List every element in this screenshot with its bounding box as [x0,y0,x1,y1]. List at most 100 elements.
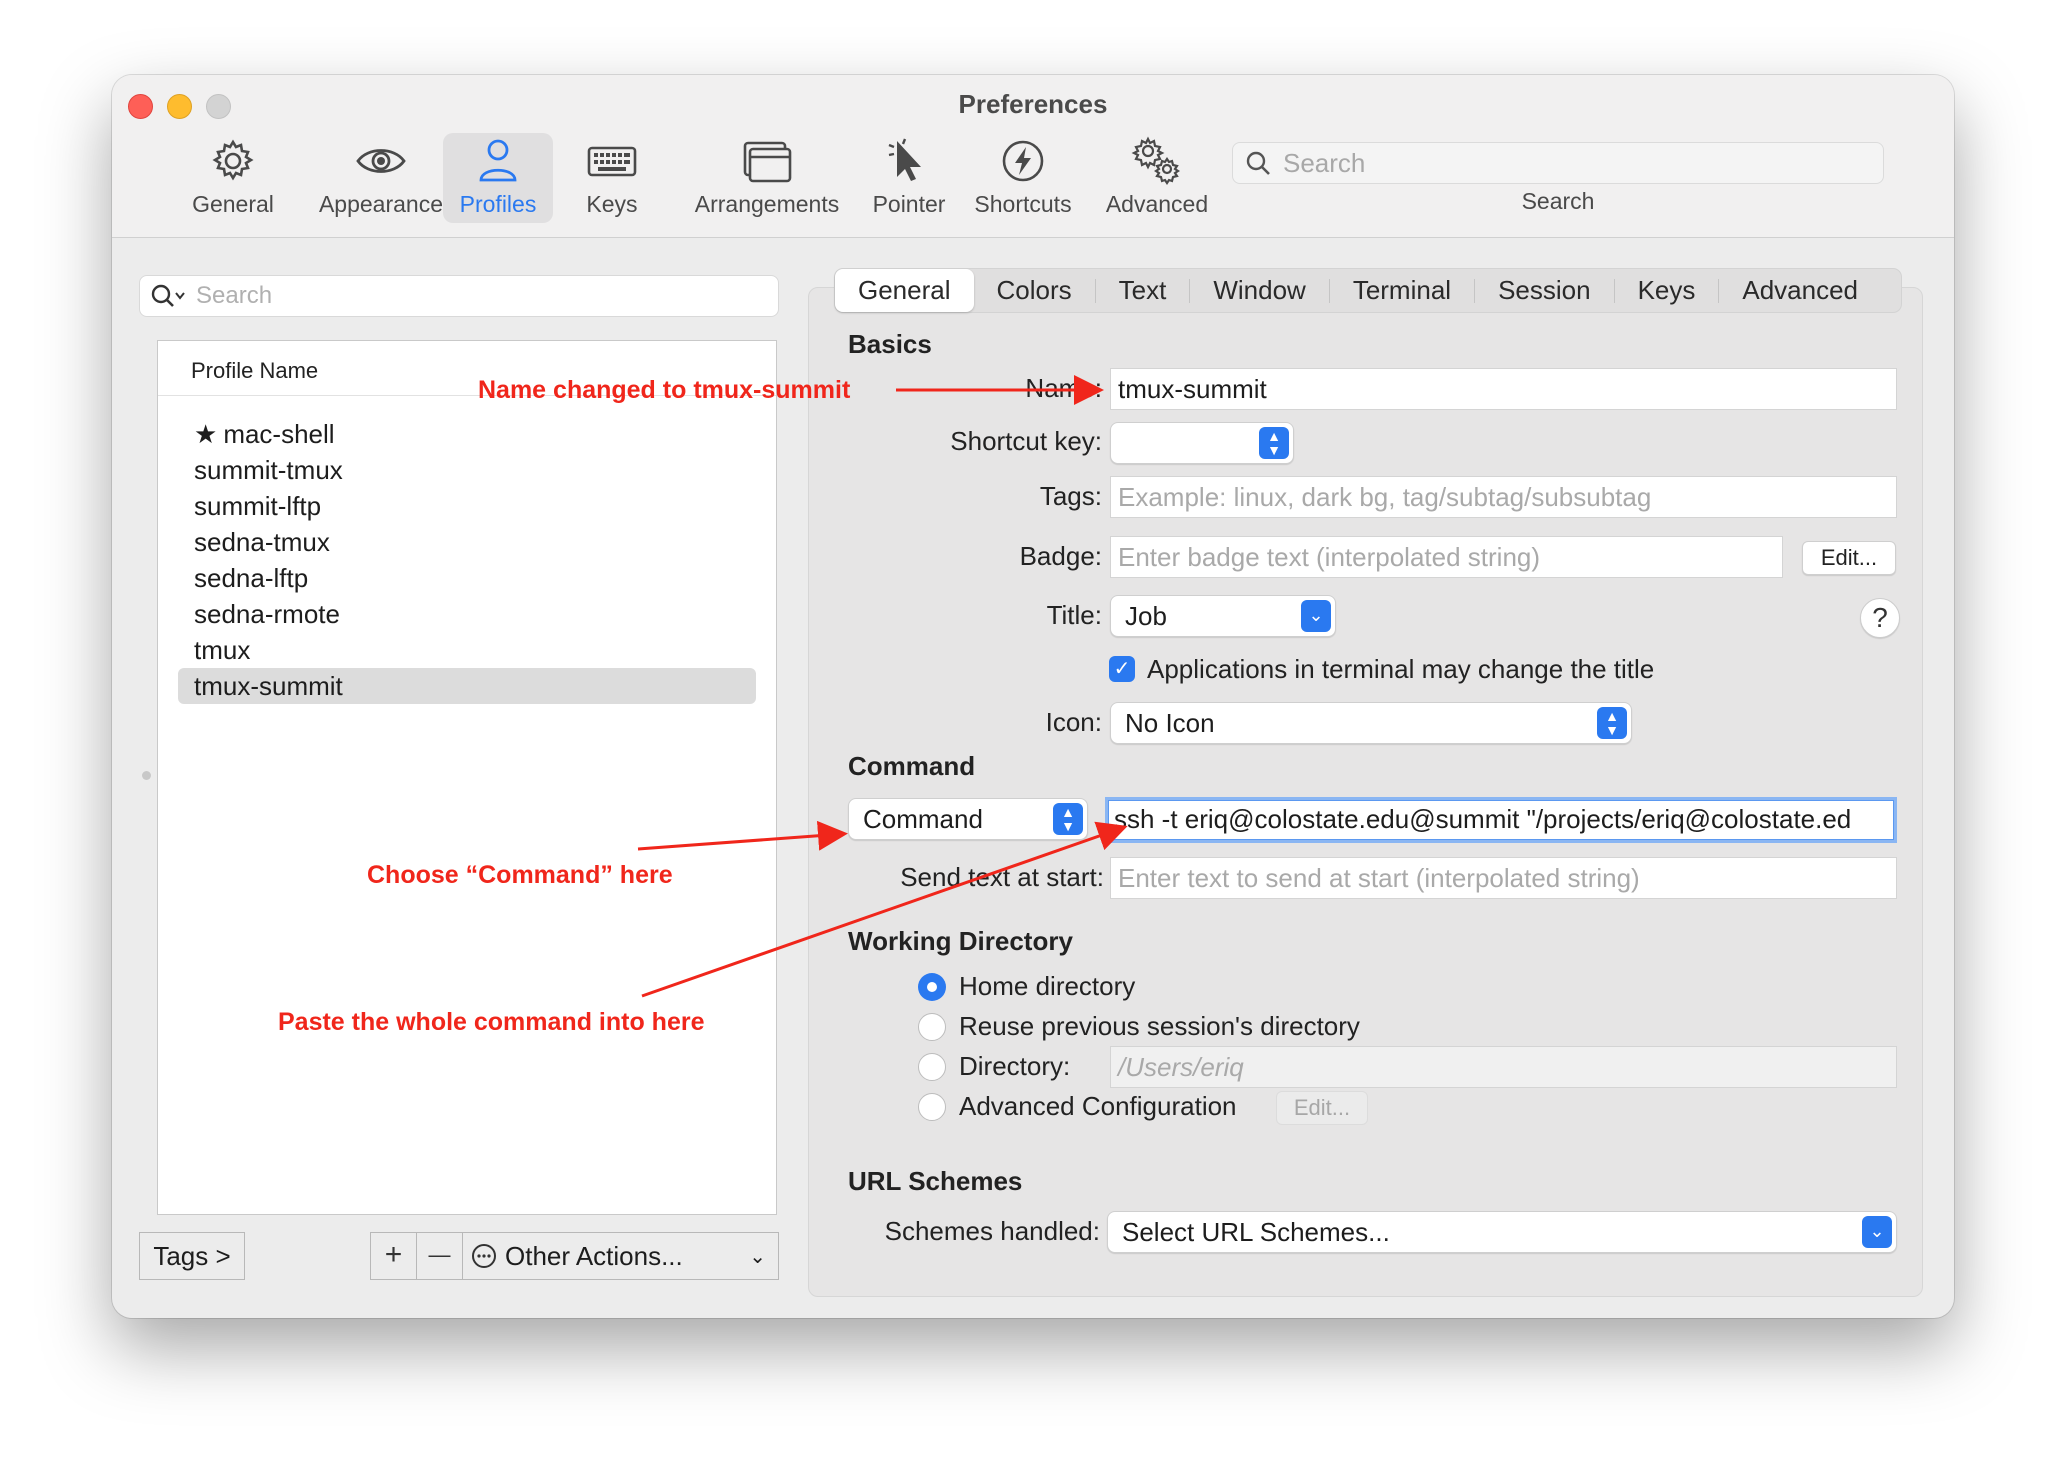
toolbar-arrangements[interactable]: Arrangements [677,133,857,223]
profile-item-selected[interactable]: tmux-summit [178,668,756,704]
profile-item[interactable]: ★ mac-shell [178,416,756,452]
toolbar-label: Keys [586,191,638,217]
toolbar-label: Profiles [459,191,537,217]
gear-icon [212,139,254,181]
eye-icon [356,149,406,173]
profile-item[interactable]: sedna-tmux [178,524,756,560]
basics-heading: Basics [848,329,932,359]
pointer-icon [888,138,921,181]
toolbar-pointer[interactable]: Pointer [849,133,969,223]
tab-text[interactable]: Text [1096,269,1190,312]
chevron-down-icon: ⌄ [749,1245,766,1268]
tab-window[interactable]: Window [1190,269,1328,312]
window-title: Preferences [958,89,1108,119]
keyboard-icon [587,146,637,177]
tags-button[interactable]: Tags > [139,1232,245,1280]
ellipsis-circle-icon [472,1244,496,1268]
profile-item[interactable]: sedna-rmote [178,596,756,632]
directory-radio[interactable] [918,1053,946,1081]
titlebar: Preferences General Appearance Profiles … [112,75,1954,238]
toolbar-advanced[interactable]: Advanced [1092,133,1222,223]
tab-colors[interactable]: Colors [974,269,1095,312]
tab-general[interactable]: General [835,269,974,312]
profile-list: Profile Name ★ mac-shell summit-tmux summ… [157,340,777,1215]
search-icon [1246,151,1270,175]
chevron-down-icon: ⌄ [1862,1216,1892,1248]
badge-label: Badge: [1019,541,1102,571]
url-schemes-heading: URL Schemes [848,1166,1023,1196]
other-actions-label: Other Actions... [505,1240,683,1271]
title-popup[interactable]: Job ⌄ [1110,595,1336,637]
toolbar-label: Arrangements [694,191,840,217]
name-field[interactable]: tmux-summit [1110,368,1897,410]
help-button[interactable]: ? [1860,598,1900,638]
updown-chevron-icon: ▲ ▼ [1259,427,1289,459]
profile-search-input[interactable] [196,282,756,310]
badge-field[interactable]: Enter badge text (interpolated string) [1110,536,1783,578]
url-schemes-value: Select URL Schemes... [1122,1217,1390,1247]
add-profile-button[interactable]: + [371,1233,417,1279]
person-icon [479,139,517,182]
settings-tabs: General Colors Text Window Terminal Sess… [834,268,1902,313]
advanced-config-edit-button[interactable]: Edit... [1276,1091,1368,1125]
tab-terminal[interactable]: Terminal [1330,269,1474,312]
title-label: Title: [1046,600,1102,630]
search-filter-icon [151,284,185,307]
name-label: Name: [1025,373,1102,403]
profile-item[interactable]: tmux [178,632,756,668]
toolbar-search[interactable] [1232,142,1884,184]
tab-session[interactable]: Session [1475,269,1614,312]
other-actions-button[interactable]: Other Actions... ⌄ [463,1233,778,1279]
url-schemes-popup[interactable]: Select URL Schemes... ⌄ [1107,1211,1897,1253]
tags-label: Tags: [1039,481,1102,511]
profile-name: mac-shell [223,419,335,449]
home-directory-radio[interactable] [918,973,946,1001]
profile-item[interactable]: summit-tmux [178,452,756,488]
toolbar-appearance[interactable]: Appearance [300,133,462,223]
command-type-popup[interactable]: Command ▲ ▼ [848,798,1088,840]
chevron-down-icon: ⌄ [1301,600,1331,632]
window-icon [743,141,792,183]
icon-popup[interactable]: No Icon ▲ ▼ [1110,702,1632,744]
profile-search[interactable] [139,275,779,317]
toolbar-keys[interactable]: Keys [567,133,657,223]
toolbar-general[interactable]: General [179,133,287,223]
tags-field[interactable]: Example: linux, dark bg, tag/subtag/subs… [1110,476,1897,518]
tab-keys[interactable]: Keys [1615,269,1719,312]
toolbar-search-input[interactable] [1283,147,1863,179]
shortcut-key-label: Shortcut key: [950,426,1102,456]
bolt-icon [1002,140,1044,182]
gears-icon [1131,136,1180,185]
toolbar-shortcuts[interactable]: Shortcuts [962,133,1084,223]
preferences-window: Preferences General Appearance Profiles … [112,75,1954,1318]
updown-chevron-icon: ▲ ▼ [1597,707,1627,739]
title-value: Job [1125,601,1167,631]
remove-profile-button[interactable]: — [417,1233,463,1279]
advanced-config-radio[interactable] [918,1093,946,1121]
icon-value: No Icon [1125,708,1215,738]
directory-label: Directory: [959,1051,1071,1081]
split-handle[interactable] [142,771,151,780]
send-text-field[interactable]: Enter text to send at start (interpolate… [1110,857,1897,899]
profile-item[interactable]: summit-lftp [178,488,756,524]
badge-edit-button[interactable]: Edit... [1802,541,1896,575]
toolbar-search-label: Search [1521,188,1595,214]
reuse-directory-label: Reuse previous session's directory [959,1011,1360,1041]
directory-field[interactable]: /Users/eriq [1110,1046,1897,1088]
command-field[interactable]: ssh -t eriq@colostate.edu@summit "/proje… [1105,797,1897,843]
shortcut-key-popup[interactable]: ▲ ▼ [1110,422,1294,464]
profile-item[interactable]: sedna-lftp [178,560,756,596]
working-directory-heading: Working Directory [848,926,1073,956]
annotation-name-changed: Name changed to tmux-summit [478,376,851,404]
toolbar-profiles[interactable]: Profiles [443,133,553,223]
apps-change-title-label: Applications in terminal may change the … [1147,654,1655,684]
advanced-config-label: Advanced Configuration [959,1091,1237,1121]
annotation-choose-command: Choose “Command” here [367,861,673,889]
profile-actions: + — Other Actions... ⌄ [370,1232,779,1280]
apps-change-title-checkbox[interactable]: ✓ [1109,656,1135,682]
toolbar-label: General [192,191,274,217]
toolbar-label: Pointer [872,191,946,217]
reuse-directory-radio[interactable] [918,1013,946,1041]
icon-label: Icon: [1045,707,1102,737]
tab-advanced[interactable]: Advanced [1719,269,1881,312]
